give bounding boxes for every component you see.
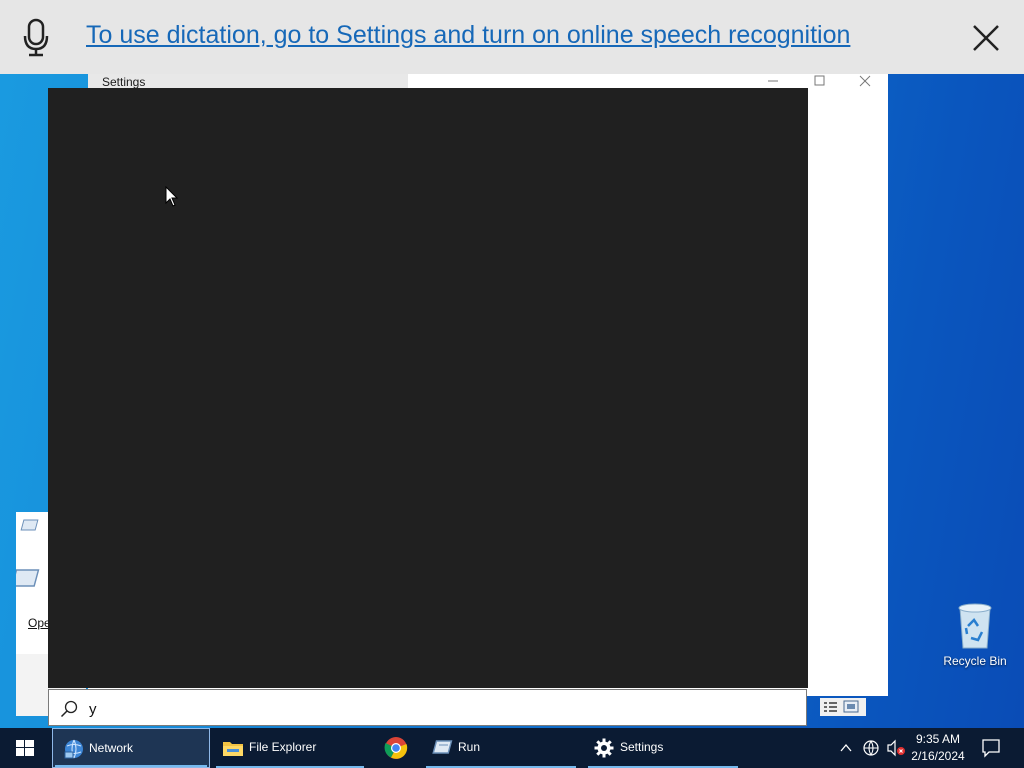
gear-icon [594, 738, 614, 758]
search-results-panel [48, 88, 808, 688]
folder-icon [223, 742, 243, 756]
dictation-banner: To use dictation, go to Settings and tur… [0, 0, 1024, 74]
recycle-bin-label: Recycle Bin [943, 654, 1007, 668]
taskbar-label-settings: Settings [620, 740, 664, 754]
view-mode-buttons[interactable] [820, 698, 866, 716]
settings-titlebar[interactable]: Settings [88, 74, 888, 89]
taskbar-item-settings[interactable]: Settings [586, 728, 740, 768]
taskbar-item-run[interactable]: Run [424, 728, 578, 768]
volume-muted-icon[interactable] [886, 739, 906, 757]
search-input[interactable] [87, 696, 791, 722]
run-icon [432, 740, 453, 754]
dictation-settings-link[interactable]: To use dictation, go to Settings and tur… [86, 21, 850, 50]
recycle-bin-icon [958, 603, 992, 649]
taskbar-label-network: Network [89, 741, 134, 755]
microphone-icon [23, 18, 49, 57]
clock-time[interactable]: 9:35 AM [904, 732, 972, 746]
details-view-icon [824, 700, 859, 713]
taskbar-label-run: Run [458, 740, 481, 754]
clock-date[interactable]: 2/16/2024 [904, 749, 972, 763]
start-button[interactable] [0, 728, 50, 768]
network-status-icon[interactable] [862, 739, 880, 757]
minimize-icon [768, 80, 778, 82]
search-box[interactable] [48, 689, 807, 726]
maximize-icon [814, 75, 825, 86]
maximize-button[interactable] [800, 74, 840, 88]
recycle-bin[interactable]: Recycle Bin [940, 600, 1010, 674]
network-globe-icon [64, 739, 83, 759]
minimize-button[interactable] [753, 74, 793, 88]
taskbar-label-file-explorer: File Explorer [249, 740, 317, 754]
settings-window-title: Settings [102, 75, 146, 89]
windows-logo-icon [16, 740, 34, 756]
close-icon [859, 75, 871, 87]
taskbar-item-network[interactable]: Network [52, 728, 210, 768]
chevron-up-icon[interactable] [838, 740, 854, 756]
window-close-button[interactable] [845, 74, 885, 88]
close-icon[interactable] [970, 22, 1002, 54]
chrome-icon [384, 737, 408, 759]
taskbar: Network File Explorer Run Settings 9:35 … [0, 728, 1024, 768]
taskbar-item-chrome[interactable] [376, 728, 416, 768]
notification-center-icon[interactable] [976, 736, 1006, 760]
mouse-pointer-icon [165, 186, 179, 207]
taskbar-item-file-explorer[interactable]: File Explorer [214, 728, 366, 768]
search-icon [60, 700, 78, 718]
